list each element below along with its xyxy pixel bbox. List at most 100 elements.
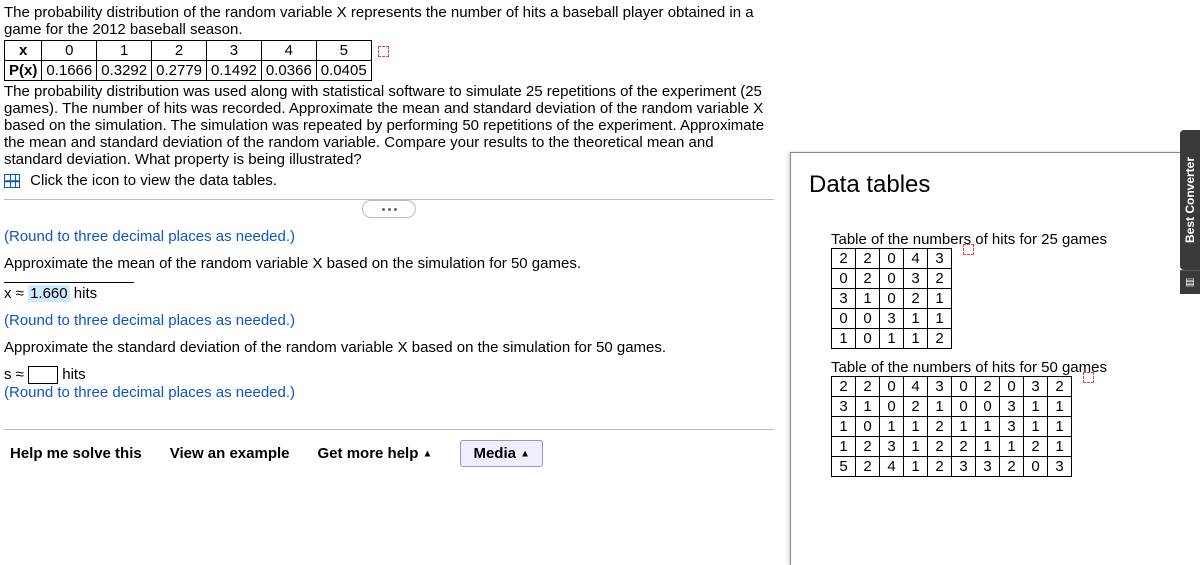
data-cell: 3 xyxy=(1000,397,1024,417)
x-0: 0 xyxy=(42,41,97,61)
data-cell: 3 xyxy=(928,249,952,269)
data-cell: 3 xyxy=(928,377,952,397)
data-cell: 2 xyxy=(928,329,952,349)
data-cell: 0 xyxy=(856,417,880,437)
get-more-help-button[interactable]: Get more help ▲ xyxy=(318,445,433,462)
table-50-games: 2204302032310210031110112113111231221121… xyxy=(831,376,1072,477)
body-paragraph: The probability distribution was used al… xyxy=(4,83,774,168)
expand-pill[interactable] xyxy=(362,200,416,218)
data-cell: 4 xyxy=(880,457,904,477)
table-25-games: 2204302032310210031110112 xyxy=(831,248,952,349)
data-cell: 1 xyxy=(976,437,1000,457)
data-cell: 1 xyxy=(1048,397,1072,417)
question-mean-50: Approximate the mean of the random varia… xyxy=(4,255,774,272)
s-input[interactable] xyxy=(28,366,58,384)
copy-handle-icon[interactable] xyxy=(378,46,389,57)
px-2: 0.2779 xyxy=(152,61,207,81)
data-cell: 0 xyxy=(1024,457,1048,477)
data-cell: 4 xyxy=(904,249,928,269)
caret-up-icon: ▲ xyxy=(520,449,530,460)
data-cell: 1 xyxy=(1000,437,1024,457)
px-header: P(x) xyxy=(5,61,42,81)
side-tab-toggle[interactable]: ▤ xyxy=(1180,270,1200,294)
round-note-2: (Round to three decimal places as needed… xyxy=(4,312,774,329)
data-cell: 0 xyxy=(880,377,904,397)
copy-handle-icon[interactable] xyxy=(1083,372,1094,383)
round-note-1: (Round to three decimal places as needed… xyxy=(4,228,774,245)
data-cell: 2 xyxy=(928,437,952,457)
copy-handle-icon[interactable] xyxy=(963,244,974,255)
table-icon[interactable] xyxy=(4,174,20,188)
data-cell: 0 xyxy=(856,309,880,329)
data-cell: 0 xyxy=(880,249,904,269)
data-cell: 1 xyxy=(904,437,928,457)
data-cell: 3 xyxy=(832,289,856,309)
data-cell: 3 xyxy=(1024,377,1048,397)
data-cell: 2 xyxy=(856,457,880,477)
x-approx-units: hits xyxy=(74,285,97,302)
data-cell: 0 xyxy=(832,269,856,289)
data-cell: 2 xyxy=(856,437,880,457)
question-sd-50: Approximate the standard deviation of th… xyxy=(4,339,774,356)
data-cell: 2 xyxy=(832,249,856,269)
side-tab[interactable]: Best Converter xyxy=(1180,130,1200,270)
data-cell: 2 xyxy=(856,377,880,397)
media-button[interactable]: Media ▲ xyxy=(460,440,543,467)
data-cell: 1 xyxy=(1048,417,1072,437)
x-approx-value[interactable]: 1.660 xyxy=(28,285,70,302)
s-approx-label: s ≈ xyxy=(4,366,24,383)
data-cell: 1 xyxy=(1024,397,1048,417)
x-5: 5 xyxy=(316,41,371,61)
px-5: 0.0405 xyxy=(316,61,371,81)
data-cell: 0 xyxy=(856,329,880,349)
data-cell: 1 xyxy=(1024,417,1048,437)
data-cell: 2 xyxy=(856,249,880,269)
x-2: 2 xyxy=(152,41,207,61)
data-cell: 0 xyxy=(880,269,904,289)
data-cell: 0 xyxy=(976,397,1000,417)
data-cell: 0 xyxy=(952,397,976,417)
table25-label: Table of the numbers of hits for 25 game… xyxy=(831,231,1177,248)
x-1: 1 xyxy=(97,41,152,61)
data-cell: 2 xyxy=(1000,457,1024,477)
data-cell: 2 xyxy=(976,377,1000,397)
intro-text: The probability distribution of the rand… xyxy=(4,4,774,38)
data-cell: 1 xyxy=(928,309,952,329)
data-cell: 1 xyxy=(952,417,976,437)
data-cell: 2 xyxy=(1048,377,1072,397)
data-cell: 1 xyxy=(904,457,928,477)
data-cell: 1 xyxy=(832,329,856,349)
data-cell: 3 xyxy=(976,457,1000,477)
data-cell: 1 xyxy=(928,397,952,417)
probability-table: x 0 1 2 3 4 5 P(x) 0.1666 0.3292 0.2779 … xyxy=(4,40,394,81)
data-cell: 1 xyxy=(904,329,928,349)
data-cell: 2 xyxy=(1024,437,1048,457)
data-cell: 3 xyxy=(952,457,976,477)
x-4: 4 xyxy=(261,41,316,61)
click-icon-text[interactable]: Click the icon to view the data tables. xyxy=(30,172,277,189)
round-note-3: (Round to three decimal places as needed… xyxy=(4,384,774,401)
data-cell: 1 xyxy=(904,309,928,329)
caret-up-icon: ▲ xyxy=(423,449,433,460)
s-approx-units: hits xyxy=(62,366,85,383)
data-cell: 3 xyxy=(880,309,904,329)
data-cell: 0 xyxy=(880,289,904,309)
data-cell: 5 xyxy=(832,457,856,477)
data-cell: 1 xyxy=(880,329,904,349)
data-cell: 1 xyxy=(832,437,856,457)
data-cell: 1 xyxy=(976,417,1000,437)
data-tables-popup: Data tables Table of the numbers of hits… xyxy=(790,152,1195,565)
view-example-button[interactable]: View an example xyxy=(170,445,290,462)
data-cell: 0 xyxy=(1000,377,1024,397)
data-cell: 3 xyxy=(1000,417,1024,437)
data-cell: 3 xyxy=(1048,457,1072,477)
data-cell: 2 xyxy=(928,457,952,477)
data-cell: 0 xyxy=(880,397,904,417)
data-cell: 1 xyxy=(928,289,952,309)
help-me-solve-button[interactable]: Help me solve this xyxy=(10,445,142,462)
data-cell: 3 xyxy=(880,437,904,457)
data-cell: 1 xyxy=(856,397,880,417)
data-cell: 1 xyxy=(880,417,904,437)
data-cell: 3 xyxy=(832,397,856,417)
data-cell: 2 xyxy=(832,377,856,397)
